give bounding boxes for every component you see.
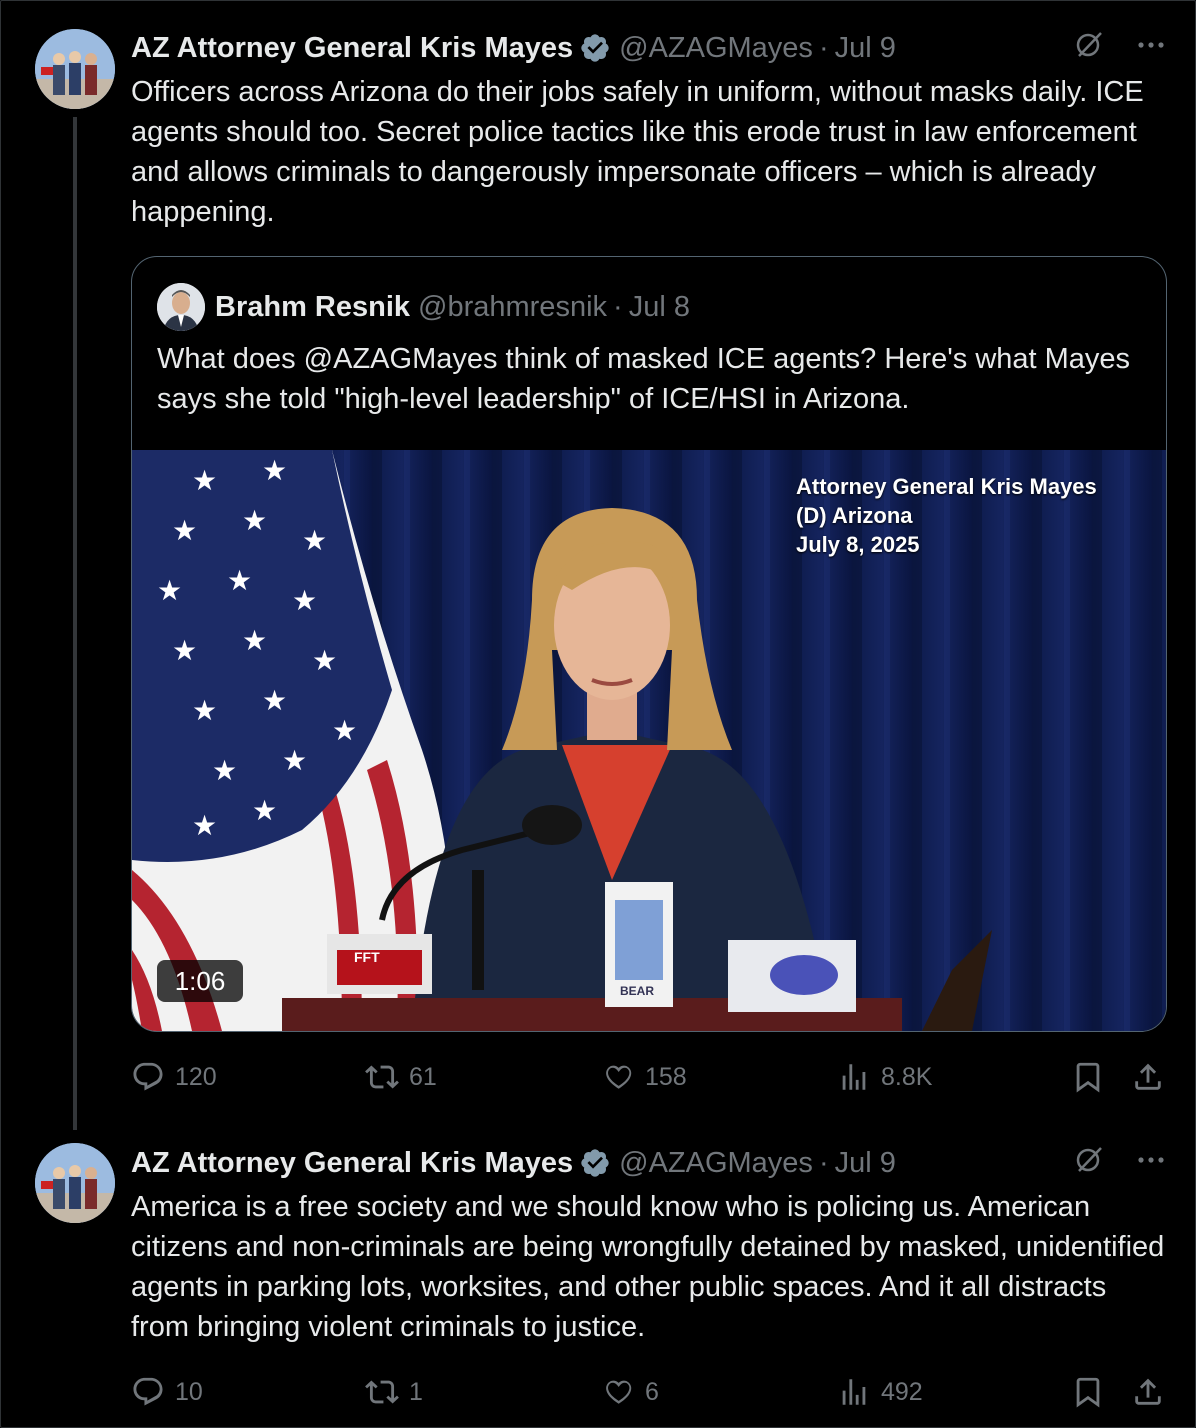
separator-dot: · [818, 31, 829, 64]
like-count: 6 [645, 1377, 659, 1406]
tweet-top-actions [1074, 30, 1166, 60]
author-name[interactable]: AZ Attorney General Kris Mayes [131, 32, 573, 65]
tweet-text: America is a free society and we should … [131, 1191, 1165, 1343]
bookmark-button[interactable] [1071, 1052, 1115, 1102]
svg-text:★: ★ [212, 755, 237, 786]
grok-icon[interactable] [1074, 30, 1104, 60]
more-icon[interactable] [1136, 1145, 1166, 1175]
verified-badge-icon[interactable] [579, 32, 611, 64]
tweet-text: Officers across Arizona do their jobs sa… [131, 76, 1144, 228]
reply-button[interactable]: 120 [131, 1052, 217, 1102]
tweet-top-actions [1074, 1145, 1166, 1175]
tweet-date[interactable]: Jul 9 [835, 32, 896, 65]
views-icon [842, 1379, 866, 1405]
tweet-header: AZ Attorney General Kris Mayes @AZAGMaye… [131, 1143, 896, 1183]
quoted-tweet-date[interactable]: Jul 8 [629, 291, 690, 324]
tweet-date[interactable]: Jul 9 [835, 1147, 896, 1180]
quoted-tweet-header: Brahm Resnik @brahmresnik · Jul 8 [157, 283, 690, 331]
svg-text:★: ★ [312, 645, 337, 676]
reply-button[interactable]: 10 [131, 1367, 203, 1417]
tweet-actions: 120 61 158 8.8K [131, 1052, 1171, 1102]
svg-text:★: ★ [192, 810, 217, 841]
bookmark-icon [1076, 1062, 1100, 1093]
svg-text:★: ★ [192, 465, 217, 496]
views-icon [842, 1064, 866, 1090]
share-icon [1135, 1063, 1161, 1090]
video-duration-badge: 1:06 [157, 960, 243, 1002]
caption-name: Attorney General Kris Mayes [796, 474, 1097, 499]
tweet[interactable]: AZ Attorney General Kris Mayes @AZAGMaye… [0, 1125, 1196, 1428]
repost-count: 61 [409, 1062, 437, 1091]
tweet[interactable]: AZ Attorney General Kris Mayes @AZAGMaye… [0, 0, 1196, 1130]
author-name[interactable]: AZ Attorney General Kris Mayes [131, 1147, 573, 1180]
svg-text:★: ★ [172, 515, 197, 546]
quoted-tweet-text: What does @AZAGMayes think of masked ICE… [157, 343, 1131, 415]
reply-icon [133, 1062, 163, 1091]
like-button[interactable]: 6 [601, 1367, 659, 1417]
separator-dot: · [818, 1146, 829, 1179]
reply-count: 120 [175, 1062, 217, 1091]
like-count: 158 [645, 1062, 687, 1091]
like-button[interactable]: 158 [601, 1052, 687, 1102]
more-icon[interactable] [1136, 30, 1166, 60]
thread-connector-line [73, 117, 77, 1130]
separator-dot: · [613, 290, 623, 323]
svg-text:★: ★ [242, 625, 267, 656]
author-handle[interactable]: @AZAGMayes [619, 32, 813, 65]
view-count: 492 [881, 1377, 923, 1406]
repost-count: 1 [409, 1377, 423, 1406]
svg-text:★: ★ [262, 685, 287, 716]
tweet-header: AZ Attorney General Kris Mayes @AZAGMaye… [131, 28, 896, 68]
view-count: 8.8K [881, 1062, 933, 1091]
quoted-tweet[interactable]: Brahm Resnik @brahmresnik · Jul 8 What d… [131, 256, 1167, 1032]
author-avatar[interactable] [35, 29, 115, 109]
svg-text:★: ★ [242, 505, 267, 536]
views-button[interactable]: 492 [837, 1367, 923, 1417]
author-handle[interactable]: @AZAGMayes [619, 1147, 813, 1180]
caption-date: July 8, 2025 [796, 532, 920, 557]
author-avatar[interactable] [35, 1143, 115, 1223]
grok-icon[interactable] [1074, 1145, 1104, 1175]
svg-text:★: ★ [302, 525, 327, 556]
share-button[interactable] [1131, 1052, 1175, 1102]
svg-text:★: ★ [227, 565, 252, 596]
bookmark-button[interactable] [1071, 1367, 1115, 1417]
svg-text:★: ★ [292, 585, 317, 616]
repost-icon [365, 1380, 399, 1404]
reply-icon [133, 1377, 163, 1406]
repost-icon [365, 1065, 399, 1089]
svg-text:★: ★ [157, 575, 182, 606]
like-icon [606, 1380, 632, 1404]
svg-text:★: ★ [252, 795, 277, 826]
svg-text:★: ★ [192, 695, 217, 726]
caption-affiliation: (D) Arizona [796, 503, 913, 528]
like-icon [606, 1065, 632, 1089]
repost-button[interactable]: 61 [365, 1052, 437, 1102]
svg-text:★: ★ [172, 635, 197, 666]
share-button[interactable] [1131, 1367, 1175, 1417]
bookmark-icon [1076, 1377, 1100, 1408]
svg-text:★: ★ [282, 745, 307, 776]
quoted-author-avatar[interactable] [157, 283, 205, 331]
video-caption-overlay: Attorney General Kris Mayes (D) Arizona … [796, 472, 1097, 559]
repost-button[interactable]: 1 [365, 1367, 423, 1417]
prop-label-bear: BEAR [620, 984, 654, 998]
tweet-actions: 10 1 6 492 [131, 1367, 1171, 1417]
views-button[interactable]: 8.8K [837, 1052, 932, 1102]
quoted-author-name[interactable]: Brahm Resnik [215, 291, 410, 324]
share-icon [1135, 1378, 1161, 1405]
svg-text:★: ★ [262, 455, 287, 486]
verified-badge-icon[interactable] [579, 1147, 611, 1179]
quoted-author-handle[interactable]: @brahmresnik [418, 291, 607, 324]
reply-count: 10 [175, 1377, 203, 1406]
prop-label-fft: FFT [354, 949, 380, 965]
svg-text:★: ★ [332, 715, 357, 746]
video-player[interactable]: ★ ★ ★ ★ ★ ★ ★ ★ ★ ★ ★ ★ ★ ★ ★ ★ ★ ★ FFT … [132, 450, 1166, 1031]
